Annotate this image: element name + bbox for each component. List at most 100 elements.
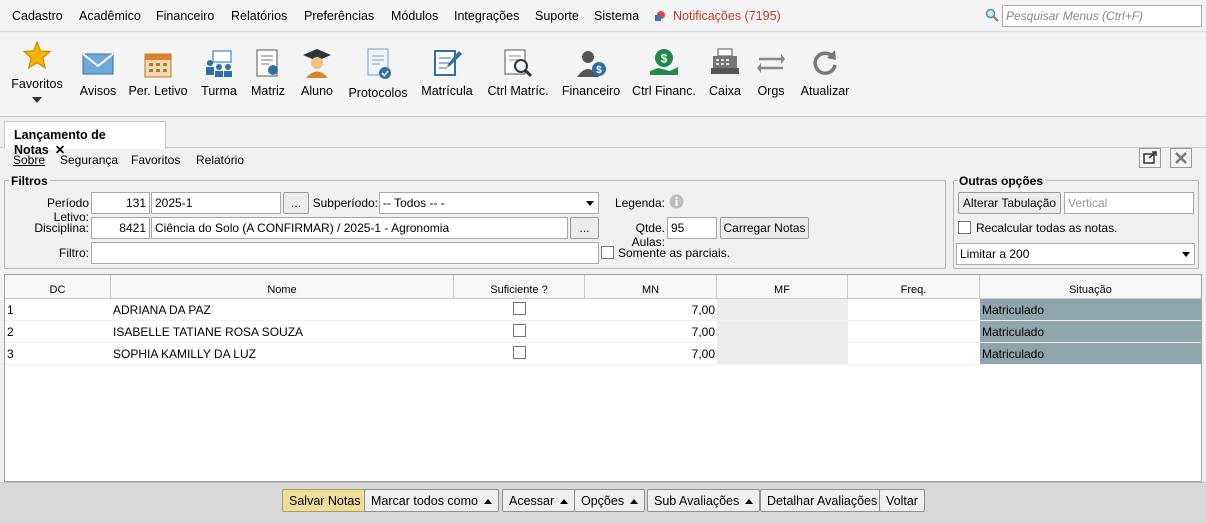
- module-submenu: Sobre Segurança Favoritos Relatório: [0, 149, 1206, 173]
- cell-situacao: Matriculado: [980, 343, 1201, 365]
- tab-lancamento-de-notas[interactable]: Lançamento de Notas ✕: [4, 121, 166, 157]
- toolbar-financeiro[interactable]: $ Financeiro: [560, 33, 622, 117]
- close-icon: [1175, 152, 1187, 164]
- opcoes-button[interactable]: Opções: [574, 489, 646, 512]
- info-icon[interactable]: [669, 194, 684, 209]
- menu-preferencias[interactable]: Preferências: [304, 9, 374, 23]
- voltar-button[interactable]: Voltar: [879, 489, 925, 512]
- qtde-aulas-input[interactable]: 95: [667, 217, 717, 239]
- notifications-link[interactable]: Notificações (7195): [673, 9, 781, 23]
- column-header-situacao[interactable]: Situação: [980, 275, 1201, 299]
- suficiente-checkbox[interactable]: [513, 346, 526, 359]
- menu-integracoes[interactable]: Integrações: [454, 9, 519, 23]
- toolbar-ctrl-financ[interactable]: $ Ctrl Financ.: [630, 33, 698, 117]
- column-header-freq[interactable]: Freq.: [848, 275, 980, 299]
- alterar-tabulacao-button[interactable]: Alterar Tabulação: [958, 192, 1061, 214]
- cell-dc[interactable]: 2: [5, 321, 111, 343]
- tabulacao-orientation-input[interactable]: Vertical: [1064, 192, 1194, 214]
- chevron-down-icon: [32, 97, 42, 103]
- cell-freq[interactable]: [848, 343, 980, 365]
- column-header-mf[interactable]: MF: [717, 275, 848, 299]
- cell-mf: [717, 299, 848, 321]
- cell-freq[interactable]: [848, 321, 980, 343]
- menu-sistema[interactable]: Sistema: [594, 9, 639, 23]
- toolbar-label: Aluno: [301, 84, 333, 98]
- cell-mn[interactable]: 7,00: [585, 321, 717, 343]
- salvar-notas-button[interactable]: Salvar Notas: [282, 489, 368, 512]
- toolbar-caixa[interactable]: Caixa: [704, 33, 746, 117]
- filtro-input[interactable]: [91, 242, 599, 264]
- chevron-up-icon: [483, 499, 492, 505]
- submenu-favoritos[interactable]: Favoritos: [131, 153, 180, 167]
- menu-suporte[interactable]: Suporte: [535, 9, 579, 23]
- notas-grid[interactable]: DC Nome Suficiente ? MN MF Freq. Situaçã…: [4, 274, 1202, 482]
- detalhar-avaliacoes-button[interactable]: Detalhar Avaliações: [760, 489, 885, 512]
- cell-nome[interactable]: ADRIANA DA PAZ: [111, 299, 454, 321]
- recalcular-label: Recalcular todas as notas.: [976, 221, 1118, 235]
- toolbar-aluno[interactable]: Aluno: [296, 33, 338, 117]
- cell-dc[interactable]: 3: [5, 343, 111, 365]
- submenu-relatorio[interactable]: Relatório: [196, 153, 244, 167]
- submenu-sobre[interactable]: Sobre: [13, 153, 45, 167]
- chevron-down-icon: [586, 201, 594, 206]
- somente-parciais-checkbox[interactable]: [601, 246, 614, 259]
- submenu-seguranca[interactable]: Segurança: [60, 153, 118, 167]
- menu-bar: Cadastro Acadêmico Financeiro Relatórios…: [0, 0, 1206, 32]
- toolbar-label: Matrícula: [421, 84, 473, 98]
- column-header-suficiente[interactable]: Suficiente ?: [454, 275, 585, 299]
- suficiente-checkbox[interactable]: [513, 302, 526, 315]
- toolbar-turma[interactable]: Turma: [196, 33, 242, 117]
- toolbar-protocolos[interactable]: Protocolos: [346, 33, 410, 117]
- legenda-label: Legenda:: [614, 196, 665, 210]
- column-header-mn[interactable]: MN: [585, 275, 717, 299]
- menu-financeiro[interactable]: Financeiro: [156, 9, 214, 23]
- cell-freq[interactable]: [848, 299, 980, 321]
- toolbar-matriz[interactable]: Matriz: [248, 33, 288, 117]
- button-label: Marcar todos como: [371, 494, 478, 508]
- toolbar-orgs[interactable]: Orgs: [752, 33, 790, 117]
- outras-opcoes-legend: Outras opções: [957, 174, 1046, 188]
- periodo-lookup-button[interactable]: ...: [283, 192, 309, 214]
- subperiodo-select[interactable]: -- Todos -- -: [379, 192, 599, 214]
- toolbar-ctrl-matric[interactable]: Ctrl Matríc.: [484, 33, 552, 117]
- toolbar-label: Caixa: [709, 84, 741, 98]
- disciplina-input[interactable]: Ciência do Solo (A CONFIRMAR) / 2025-1 -…: [151, 217, 568, 239]
- sub-avaliacoes-button[interactable]: Sub Avaliações: [647, 489, 761, 512]
- menu-relatorios[interactable]: Relatórios: [231, 9, 287, 23]
- toolbar-matricula[interactable]: Matrícula: [418, 33, 476, 117]
- cell-mn[interactable]: 7,00: [585, 299, 717, 321]
- swap-arrows-icon: [757, 54, 785, 73]
- button-label: Acessar: [509, 494, 555, 508]
- toolbar-per-letivo[interactable]: Per. Letivo: [128, 33, 188, 117]
- periodo-letivo-input[interactable]: 2025-1: [151, 192, 281, 214]
- cell-suficiente[interactable]: [454, 343, 585, 365]
- toolbar-favoritos[interactable]: Favoritos: [6, 33, 68, 117]
- disciplina-code-input[interactable]: 8421: [91, 217, 150, 239]
- search-menus-input[interactable]: Pesquisar Menus (Ctrl+F): [1002, 5, 1202, 27]
- marcar-todos-button[interactable]: Marcar todos como: [364, 489, 499, 512]
- recalcular-checkbox[interactable]: [958, 221, 971, 234]
- cell-suficiente[interactable]: [454, 321, 585, 343]
- cell-nome[interactable]: SOPHIA KAMILLY DA LUZ: [111, 343, 454, 365]
- toolbar-atualizar[interactable]: Atualizar: [798, 33, 852, 117]
- acessar-button[interactable]: Acessar: [502, 489, 576, 512]
- carregar-notas-button[interactable]: Carregar Notas: [720, 217, 809, 239]
- suficiente-checkbox[interactable]: [513, 324, 526, 337]
- cell-dc[interactable]: 1: [5, 299, 111, 321]
- menu-modulos[interactable]: Módulos: [391, 9, 438, 23]
- toolbar-avisos[interactable]: Avisos: [75, 33, 121, 117]
- periodo-letivo-code-input[interactable]: 131: [91, 192, 150, 214]
- close-window-button[interactable]: [1170, 148, 1192, 168]
- column-header-nome[interactable]: Nome: [111, 275, 454, 299]
- cell-mn[interactable]: 7,00: [585, 343, 717, 365]
- menu-academico[interactable]: Acadêmico: [79, 9, 141, 23]
- menu-cadastro[interactable]: Cadastro: [12, 9, 63, 23]
- detach-window-button[interactable]: [1139, 148, 1161, 168]
- column-header-dc[interactable]: DC: [5, 275, 111, 299]
- cell-suficiente[interactable]: [454, 299, 585, 321]
- disciplina-lookup-button[interactable]: ...: [570, 217, 599, 239]
- cell-nome[interactable]: ISABELLE TATIANE ROSA SOUZA: [111, 321, 454, 343]
- bottom-action-bar: Salvar Notas Marcar todos como Acessar O…: [0, 482, 1206, 523]
- limitar-select[interactable]: Limitar a 200: [956, 243, 1195, 265]
- toolbar-label: Ctrl Matríc.: [487, 84, 549, 98]
